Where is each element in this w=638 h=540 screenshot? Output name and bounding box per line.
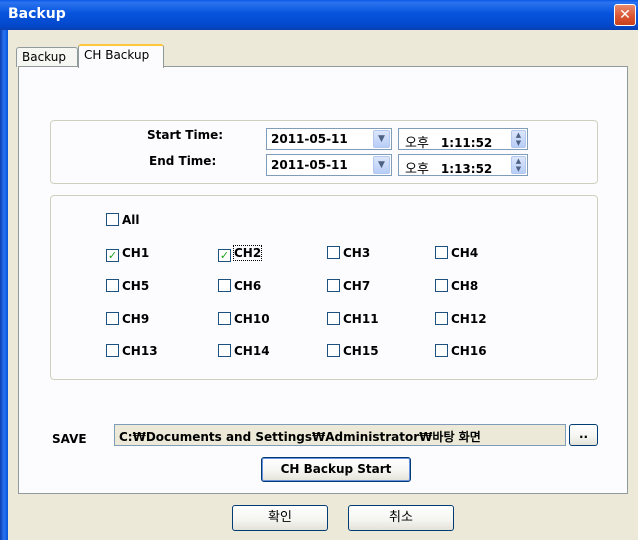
checkbox-ch9[interactable]: CH9 (106, 312, 149, 328)
save-label: SAVE (52, 432, 87, 446)
checkbox-box[interactable] (435, 279, 448, 292)
checkbox-box[interactable] (327, 279, 340, 292)
checkbox-ch4[interactable]: CH4 (435, 246, 478, 262)
checkbox-ch11[interactable]: CH11 (327, 312, 379, 328)
checkbox-ch6[interactable]: CH6 (218, 279, 261, 295)
close-icon: ✕ (619, 7, 631, 23)
checkbox-box[interactable] (435, 344, 448, 357)
checkbox-ch10[interactable]: CH10 (218, 312, 270, 328)
check-icon[interactable]: ✓ (218, 249, 231, 262)
check-icon[interactable]: ✓ (106, 249, 119, 262)
save-path-value: C:₩Documents and Settings₩Administrator₩… (119, 430, 481, 444)
checkbox-label: CH10 (234, 312, 270, 326)
end-time-label: End Time: (149, 154, 217, 168)
tab-ch-backup[interactable]: CH Backup (78, 44, 164, 68)
title-bar: Backup ✕ (0, 0, 638, 30)
checkbox-box[interactable] (327, 312, 340, 325)
checkbox-ch5[interactable]: CH5 (106, 279, 149, 295)
checkbox-box[interactable] (106, 344, 119, 357)
checkbox-label: CH12 (451, 312, 487, 326)
close-button[interactable]: ✕ (614, 4, 636, 26)
checkbox-ch3[interactable]: CH3 (327, 246, 370, 262)
checkbox-box[interactable] (106, 312, 119, 325)
checkbox-ch12[interactable]: CH12 (435, 312, 487, 328)
checkbox-label: CH16 (451, 344, 487, 358)
checkbox-ch14[interactable]: CH14 (218, 344, 270, 360)
checkbox-ch16[interactable]: CH16 (435, 344, 487, 360)
checkbox-box[interactable] (218, 279, 231, 292)
checkbox-box[interactable] (327, 344, 340, 357)
checkbox-label: CH5 (122, 279, 150, 293)
tab-backup-label: Backup (22, 50, 66, 64)
save-path-field[interactable]: C:₩Documents and Settings₩Administrator₩… (114, 424, 566, 446)
end-time-field[interactable]: 오후 1:13:52 ▲ ▼ (398, 154, 528, 177)
end-date-value: 2011-05-11 (271, 158, 348, 172)
checkbox-label: All (122, 213, 140, 227)
checkbox-ch8[interactable]: CH8 (435, 279, 478, 295)
end-clock: 1:13:52 (440, 162, 493, 176)
checkbox-label: CH8 (451, 279, 479, 293)
checkbox-all[interactable]: All (106, 213, 140, 229)
checkbox-ch2[interactable]: ✓ CH2 (218, 245, 263, 262)
checkbox-label: CH2 (232, 245, 263, 261)
checkbox-box[interactable] (218, 312, 231, 325)
checkbox-label: CH15 (343, 344, 379, 358)
end-ampm: 오후 (405, 162, 429, 177)
checkbox-box[interactable] (106, 279, 119, 292)
checkbox-ch15[interactable]: CH15 (327, 344, 379, 360)
checkbox-label: CH3 (343, 246, 371, 260)
spin-updown-icon[interactable]: ▲ ▼ (511, 156, 526, 174)
checkbox-label: CH13 (122, 344, 158, 358)
tab-ch-backup-label: CH Backup (84, 48, 150, 62)
checkbox-label: CH11 (343, 312, 379, 326)
checkbox-label: CH6 (234, 279, 262, 293)
checkbox-ch7[interactable]: CH7 (327, 279, 370, 295)
checkbox-box[interactable] (327, 246, 340, 259)
window-title: Backup (8, 6, 66, 22)
checkbox-box[interactable] (435, 246, 448, 259)
checkbox-label: CH1 (122, 246, 150, 260)
start-date-value: 2011-05-11 (271, 132, 348, 146)
cancel-button[interactable]: 취소 (348, 505, 454, 531)
checkbox-ch13[interactable]: CH13 (106, 344, 158, 360)
checkbox-label: CH14 (234, 344, 270, 358)
ch-backup-start-button[interactable]: CH Backup Start (261, 457, 411, 482)
chevron-down-icon[interactable]: ▼ (373, 130, 390, 148)
spin-updown-icon[interactable]: ▲ ▼ (511, 130, 526, 148)
chevron-down-icon[interactable]: ▼ (373, 156, 390, 174)
window-frame-left (0, 30, 8, 540)
browse-button[interactable]: .. (569, 424, 598, 446)
start-time-field[interactable]: 오후 1:11:52 ▲ ▼ (398, 128, 528, 151)
checkbox-label: CH4 (451, 246, 479, 260)
start-date-select[interactable]: 2011-05-11 ▼ (266, 128, 392, 150)
checkbox-box[interactable] (435, 312, 448, 325)
checkbox-box[interactable] (218, 344, 231, 357)
checkbox-ch1[interactable]: ✓ CH1 (106, 246, 149, 262)
tab-backup[interactable]: Backup (16, 47, 78, 67)
start-ampm: 오후 (405, 136, 429, 151)
end-date-select[interactable]: 2011-05-11 ▼ (266, 154, 392, 176)
start-time-label: Start Time: (147, 128, 224, 142)
checkbox-label: CH9 (122, 312, 150, 326)
ok-button[interactable]: 확인 (232, 505, 328, 531)
checkbox-label: CH7 (343, 279, 371, 293)
start-clock: 1:11:52 (440, 136, 493, 150)
checkbox-box[interactable] (106, 213, 119, 226)
